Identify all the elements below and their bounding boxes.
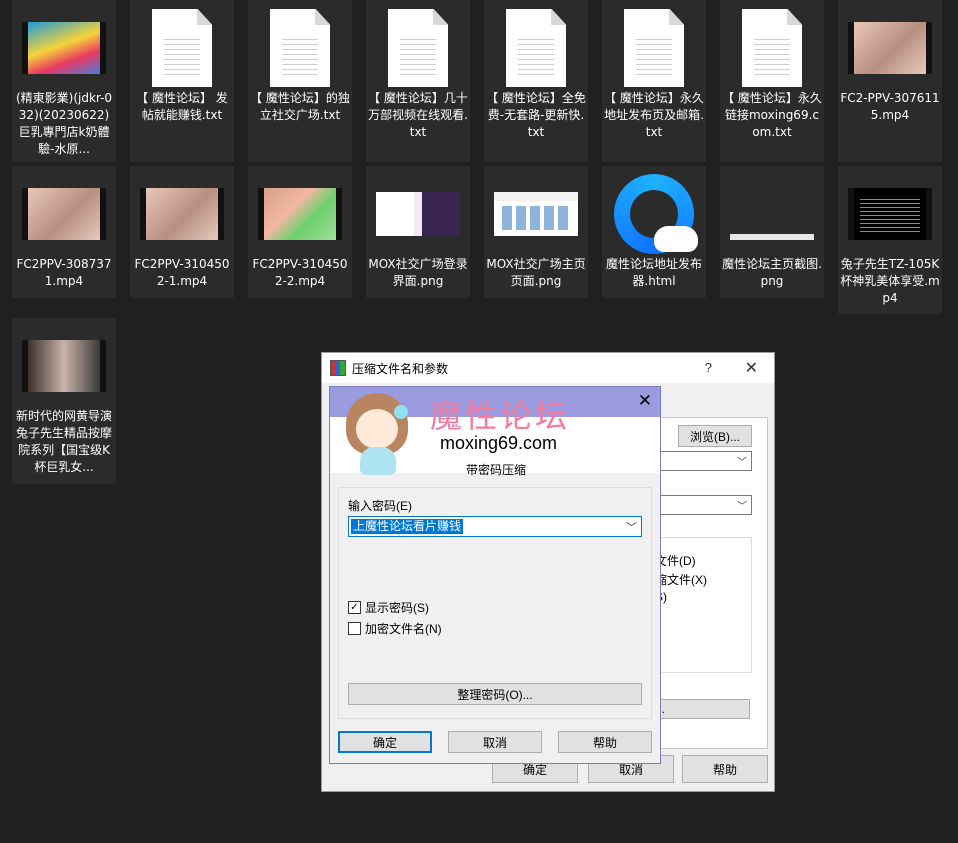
file-name: FC2PPV-3104502-1.mp4 (134, 257, 230, 288)
password-dialog: ✕ 带密码压缩 魔性论坛 moxing69.com 输入密码(E) 上魔性论坛看… (329, 386, 661, 764)
chevron-down-icon[interactable]: ﹀ (626, 519, 637, 535)
archive-options-group: 文件(D) 缩文件(X) S) (652, 537, 752, 673)
file-tile-txt-4[interactable]: 【 魔性论坛】全免费-无套路-更新快.txt (484, 0, 588, 162)
file-name: 【 魔性论坛】几十万部视频在线观看.txt (368, 91, 468, 139)
file-name: 【 魔性论坛】永久地址发布页及邮箱.txt (604, 91, 704, 139)
browse-button[interactable]: 浏览(B)... (678, 425, 752, 447)
text-file-icon (730, 8, 814, 88)
file-tile-fc2-3104502-2[interactable]: FC2PPV-3104502-2.mp4 (248, 166, 352, 298)
encrypt-filenames-checkbox[interactable]: 加密文件名(N) (348, 620, 442, 637)
watermark-url: moxing69.com (440, 433, 558, 453)
chevron-down-icon: ﹀ (737, 457, 747, 469)
text-file-icon (140, 8, 224, 88)
close-icon[interactable]: ✕ (638, 391, 652, 411)
file-tile-home-screenshot[interactable]: 魔性论坛主页截图.png (720, 166, 824, 298)
file-name: 魔性论坛主页截图.png (722, 257, 822, 288)
show-password-label: 显示密码(S) (365, 601, 429, 615)
help-button[interactable]: 帮助 (682, 755, 768, 783)
checkbox-checked-icon: ✓ (348, 601, 361, 614)
file-tile-txt-6[interactable]: 【 魔性论坛】永久链接moxing69.com.txt (720, 0, 824, 162)
ok-button[interactable]: 确定 (338, 731, 432, 753)
checkbox-unchecked-icon (348, 622, 361, 635)
file-name: 【 魔性论坛】永久链接moxing69.com.txt (722, 91, 822, 139)
video-thumbnail (258, 174, 342, 254)
file-name: 【 魔性论坛】 发帖就能赚钱.txt (136, 91, 228, 122)
text-file-icon (258, 8, 342, 88)
image-thumbnail (376, 174, 460, 254)
option-sfx[interactable]: 缩文件(X) (655, 571, 707, 588)
watermark-text: 魔性论坛 (430, 397, 571, 435)
file-name: MOX社交广场登录界面.png (368, 257, 468, 288)
help-button[interactable]: 帮助 (558, 731, 652, 753)
file-tile-txt-5[interactable]: 【 魔性论坛】永久地址发布页及邮箱.txt (602, 0, 706, 162)
text-file-icon (612, 8, 696, 88)
file-name: 【 魔性论坛】全免费-无套路-更新快.txt (486, 91, 586, 139)
text-file-icon (494, 8, 578, 88)
update-mode-combo[interactable]: ﹀ (652, 495, 752, 515)
file-name: 【 魔性论坛】的独立社交广场.txt (250, 91, 350, 122)
file-tile-txt-1[interactable]: 【 魔性论坛】 发帖就能赚钱.txt (130, 0, 234, 162)
video-thumbnail (848, 8, 932, 88)
file-name: FC2PPV-3087371.mp4 (16, 257, 112, 288)
dialog-titlebar: 压缩文件名和参数 ? ✕ (322, 353, 774, 383)
mascot-image (336, 389, 416, 479)
file-tile-txt-3[interactable]: 【 魔性论坛】几十万部视频在线观看.txt (366, 0, 470, 162)
archive-name-combo[interactable]: ﹀ (652, 451, 752, 471)
file-name: 新时代的网黄导演兔子先生精品按摩院系列【国宝级K杯巨乳女... (15, 409, 112, 474)
password-input[interactable]: 上魔性论坛看片赚钱 ﹀ (348, 516, 642, 537)
text-file-icon (376, 8, 460, 88)
close-icon[interactable]: ✕ (745, 358, 758, 378)
video-thumbnail (22, 174, 106, 254)
file-tile-massage[interactable]: 新时代的网黄导演兔子先生精品按摩院系列【国宝级K杯巨乳女... (12, 318, 116, 484)
file-tile-jdkr[interactable]: (精東影業)(jdkr-032)(20230622)巨乳專門店k奶體驗-水原..… (12, 0, 116, 162)
video-thumbnail (140, 174, 224, 254)
show-password-checkbox[interactable]: ✓ 显示密码(S) (348, 599, 429, 616)
file-name: FC2PPV-3104502-2.mp4 (252, 257, 348, 288)
video-thumbnail (22, 8, 106, 88)
file-tile-fc2-3087371[interactable]: FC2PPV-3087371.mp4 (12, 166, 116, 298)
file-tile-fc2-3104502-1[interactable]: FC2PPV-3104502-1.mp4 (130, 166, 234, 298)
file-tile-mox-home[interactable]: MOX社交广场主页页面.png (484, 166, 588, 298)
enter-password-label: 输入密码(E) (348, 499, 412, 513)
file-tile-html[interactable]: 魔性论坛地址发布器.html (602, 166, 706, 298)
video-thumbnail (848, 174, 932, 254)
winrar-icon (330, 360, 346, 376)
dialog-subtitle: 带密码压缩 (466, 463, 527, 477)
video-thumbnail (22, 326, 106, 406)
password-value: 上魔性论坛看片赚钱 (351, 519, 464, 534)
file-name: MOX社交广场主页页面.png (486, 257, 586, 288)
set-password-button[interactable]: ... (652, 699, 750, 719)
file-tile-txt-2[interactable]: 【 魔性论坛】的独立社交广场.txt (248, 0, 352, 162)
image-thumbnail (494, 174, 578, 254)
encrypt-filenames-label: 加密文件名(N) (365, 622, 442, 636)
chevron-down-icon: ﹀ (737, 501, 747, 513)
browser-icon (612, 174, 698, 254)
dialog-title: 压缩文件名和参数 (352, 361, 449, 376)
file-name: FC2-PPV-3076115.mp4 (840, 91, 940, 122)
file-tile-mox-login[interactable]: MOX社交广场登录界面.png (366, 166, 470, 298)
organize-passwords-button[interactable]: 整理密码(O)... (348, 683, 642, 705)
file-name: 兔子先生TZ-105K杯神乳美体享受.mp4 (840, 257, 940, 305)
file-name: 魔性论坛地址发布器.html (605, 257, 702, 288)
file-name: (精東影業)(jdkr-032)(20230622)巨乳專門店k奶體驗-水原..… (15, 91, 113, 156)
help-icon[interactable]: ? (705, 360, 712, 375)
file-tile-tz105[interactable]: 兔子先生TZ-105K杯神乳美体享受.mp4 (838, 166, 942, 314)
option-delete-files[interactable]: 文件(D) (655, 552, 696, 569)
cancel-button[interactable]: 取消 (448, 731, 542, 753)
file-tile-fc2-3076115[interactable]: FC2-PPV-3076115.mp4 (838, 0, 942, 162)
image-thumbnail (730, 174, 814, 254)
